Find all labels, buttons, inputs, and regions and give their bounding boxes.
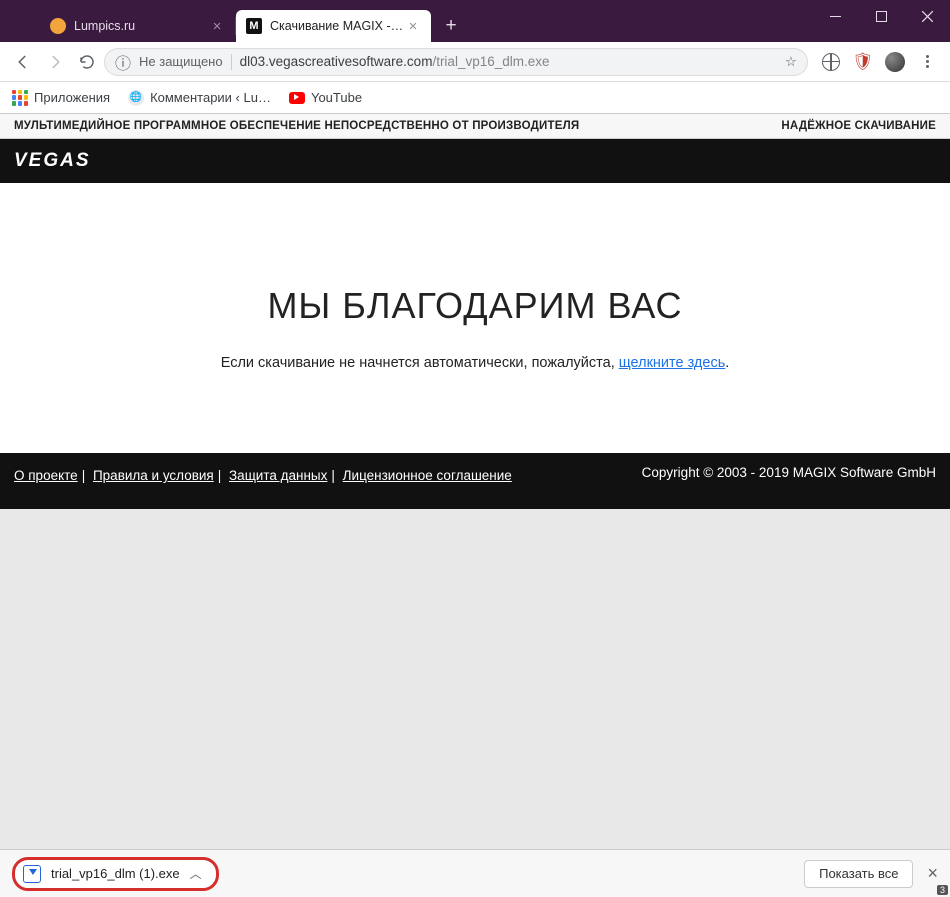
tab-magix[interactable]: M Скачивание MAGIX - Мы благо… × bbox=[236, 10, 431, 42]
url-host: dl03.vegascreativesoftware.com bbox=[240, 54, 433, 69]
youtube-icon bbox=[289, 92, 305, 104]
download-filename: trial_vp16_dlm (1).exe bbox=[51, 866, 180, 881]
download-item[interactable]: trial_vp16_dlm (1).exe ︿ bbox=[12, 857, 219, 891]
close-icon[interactable]: × bbox=[209, 18, 225, 35]
security-label: Не защищено bbox=[139, 54, 223, 69]
footer-link-terms[interactable]: Правила и условия bbox=[93, 468, 214, 483]
tab-label: Lumpics.ru bbox=[74, 19, 209, 33]
site-info-button[interactable]: ⓘ bbox=[115, 50, 131, 74]
bookmark-star-icon[interactable]: ☆ bbox=[785, 54, 797, 70]
reload-button[interactable] bbox=[72, 47, 102, 77]
apps-icon bbox=[12, 90, 28, 106]
favicon-icon bbox=[50, 18, 66, 34]
toolbar: ⓘ Не защищено dl03.vegascreativesoftware… bbox=[0, 42, 950, 82]
apps-button[interactable]: Приложения bbox=[12, 90, 110, 106]
maximize-button[interactable] bbox=[858, 0, 904, 32]
menu-button[interactable] bbox=[912, 47, 942, 77]
page-footer: О проекте| Правила и условия| Защита дан… bbox=[0, 453, 950, 509]
url-text: dl03.vegascreativesoftware.com/trial_vp1… bbox=[240, 54, 777, 69]
copyright-text: Copyright © 2003 - 2019 MAGIX Software G… bbox=[642, 465, 936, 480]
page-subtext: Если скачивание не начнется автоматическ… bbox=[221, 355, 730, 371]
chevron-up-icon[interactable]: ︿ bbox=[190, 865, 202, 882]
click-here-link[interactable]: щелкните здесь bbox=[619, 355, 726, 371]
url-path: /trial_vp16_dlm.exe bbox=[432, 54, 549, 69]
strip-left-text: МУЛЬТИМЕДИЙНОЕ ПРОГРАММНОЕ ОБЕСПЕЧЕНИЕ Н… bbox=[14, 120, 579, 132]
bookmark-label: YouTube bbox=[311, 90, 362, 105]
forward-button[interactable] bbox=[40, 47, 70, 77]
bookmark-comments[interactable]: 🌐 Комментарии ‹ Lu… bbox=[128, 90, 271, 106]
window-controls bbox=[812, 0, 950, 32]
new-tab-button[interactable]: + bbox=[437, 12, 465, 40]
toolbar-right: 🛡 3 bbox=[816, 47, 942, 77]
brand-bar: VEGAS bbox=[0, 139, 950, 183]
download-file-icon bbox=[23, 865, 41, 883]
tab-label: Скачивание MAGIX - Мы благо… bbox=[270, 19, 405, 33]
close-window-button[interactable] bbox=[904, 0, 950, 32]
favicon-icon: M bbox=[246, 18, 262, 34]
download-shelf: trial_vp16_dlm (1).exe ︿ Показать все × bbox=[0, 849, 950, 897]
titlebar: Lumpics.ru × M Скачивание MAGIX - Мы бла… bbox=[0, 0, 950, 42]
bookmark-label: Комментарии ‹ Lu… bbox=[150, 90, 271, 105]
apps-label: Приложения bbox=[34, 90, 110, 105]
adblock-extension-icon[interactable]: 🛡 3 bbox=[848, 47, 878, 77]
address-bar[interactable]: ⓘ Не защищено dl03.vegascreativesoftware… bbox=[104, 48, 808, 76]
footer-link-about[interactable]: О проекте bbox=[14, 468, 78, 483]
tab-strip: Lumpics.ru × M Скачивание MAGIX - Мы бла… bbox=[40, 10, 465, 42]
footer-link-privacy[interactable]: Защита данных bbox=[229, 468, 327, 483]
download-shelf-right: Показать все × bbox=[804, 860, 938, 888]
bookmark-youtube[interactable]: YouTube bbox=[289, 90, 362, 105]
period: . bbox=[725, 355, 729, 371]
strip-right-text: НАДЁЖНОЕ СКАЧИВАНИЕ bbox=[781, 120, 936, 132]
subtext: Если скачивание не начнется автоматическ… bbox=[221, 355, 619, 371]
page-viewport: МУЛЬТИМЕДИЙНОЕ ПРОГРАММНОЕ ОБЕСПЕЧЕНИЕ Н… bbox=[0, 114, 950, 849]
minimize-button[interactable] bbox=[812, 0, 858, 32]
divider bbox=[231, 54, 232, 70]
bookmarks-bar: Приложения 🌐 Комментарии ‹ Lu… YouTube bbox=[0, 82, 950, 114]
extension-badge: 3 bbox=[937, 885, 948, 895]
page-main: МЫ БЛАГОДАРИМ ВАС Если скачивание не нач… bbox=[0, 183, 950, 453]
profile-avatar[interactable] bbox=[880, 47, 910, 77]
browser-window: Lumpics.ru × M Скачивание MAGIX - Мы бла… bbox=[0, 0, 950, 897]
back-button[interactable] bbox=[8, 47, 38, 77]
close-shelf-icon[interactable]: × bbox=[927, 863, 938, 884]
page-spacer bbox=[0, 509, 950, 849]
tab-lumpics[interactable]: Lumpics.ru × bbox=[40, 10, 235, 42]
page-heading: МЫ БЛАГОДАРИМ ВАС bbox=[267, 285, 682, 327]
footer-links: О проекте| Правила и условия| Защита дан… bbox=[14, 465, 512, 488]
globe-icon: 🌐 bbox=[128, 90, 144, 106]
page-top-strip: МУЛЬТИМЕДИЙНОЕ ПРОГРАММНОЕ ОБЕСПЕЧЕНИЕ Н… bbox=[0, 114, 950, 139]
brand-logo: VEGAS bbox=[14, 150, 91, 172]
close-icon[interactable]: × bbox=[405, 18, 421, 35]
translate-extension-icon[interactable] bbox=[816, 47, 846, 77]
show-all-downloads-button[interactable]: Показать все bbox=[804, 860, 913, 888]
footer-link-license[interactable]: Лицензионное соглашение bbox=[343, 468, 512, 483]
